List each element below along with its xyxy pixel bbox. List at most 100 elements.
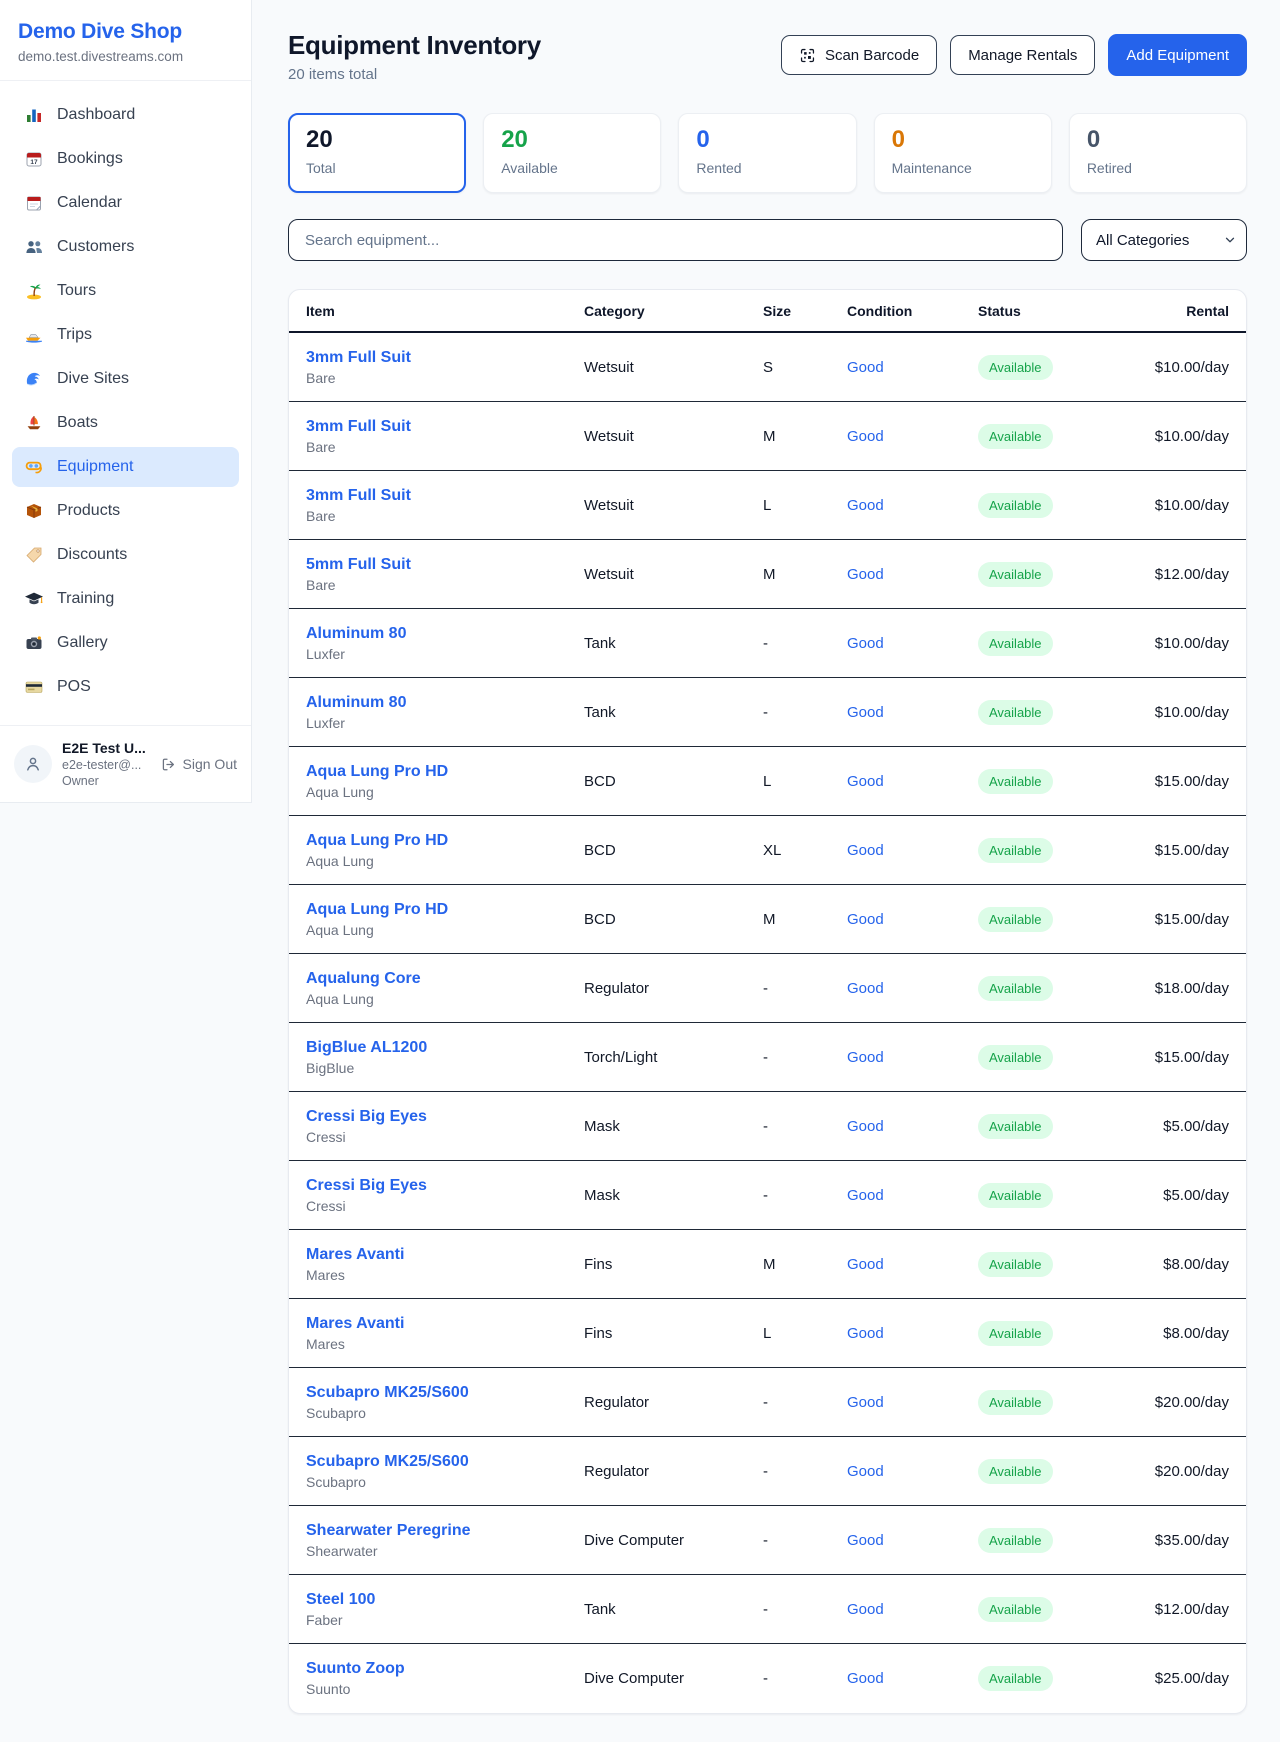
status-badge: Available <box>978 424 1053 449</box>
condition-link[interactable]: Good <box>847 1187 978 1204</box>
stat-card-total[interactable]: 20 Total <box>288 113 466 193</box>
table-row[interactable]: Steel 100 Faber Tank - Good Available $1… <box>289 1575 1246 1644</box>
add-equipment-button[interactable]: Add Equipment <box>1108 34 1247 76</box>
item-name-link[interactable]: Scubapro MK25/S600 <box>306 1384 584 1402</box>
item-name-link[interactable]: 3mm Full Suit <box>306 418 584 436</box>
table-row[interactable]: Suunto Zoop Suunto Dive Computer - Good … <box>289 1644 1246 1713</box>
item-name-link[interactable]: Aqua Lung Pro HD <box>306 901 584 919</box>
item-name-link[interactable]: Aluminum 80 <box>306 625 584 643</box>
size-cell: M <box>763 911 847 928</box>
condition-link[interactable]: Good <box>847 1670 978 1687</box>
table-row[interactable]: Aqua Lung Pro HD Aqua Lung BCD M Good Av… <box>289 885 1246 954</box>
condition-link[interactable]: Good <box>847 635 978 652</box>
table-row[interactable]: Scubapro MK25/S600 Scubapro Regulator - … <box>289 1368 1246 1437</box>
table-row[interactable]: 3mm Full Suit Bare Wetsuit M Good Availa… <box>289 402 1246 471</box>
table-row[interactable]: 5mm Full Suit Bare Wetsuit M Good Availa… <box>289 540 1246 609</box>
table-row[interactable]: 3mm Full Suit Bare Wetsuit L Good Availa… <box>289 471 1246 540</box>
item-name-link[interactable]: Shearwater Peregrine <box>306 1522 584 1540</box>
item-name-link[interactable]: BigBlue AL1200 <box>306 1039 584 1057</box>
sidebar-item-customers[interactable]: Customers <box>12 227 239 267</box>
table-row[interactable]: Shearwater Peregrine Shearwater Dive Com… <box>289 1506 1246 1575</box>
sidebar-item-bookings[interactable]: 17 Bookings <box>12 139 239 179</box>
condition-link[interactable]: Good <box>847 1256 978 1273</box>
sidebar-item-equipment[interactable]: Equipment <box>12 447 239 487</box>
condition-link[interactable]: Good <box>847 1394 978 1411</box>
item-name-link[interactable]: Scubapro MK25/S600 <box>306 1453 584 1471</box>
table-row[interactable]: Mares Avanti Mares Fins L Good Available… <box>289 1299 1246 1368</box>
size-cell: XL <box>763 842 847 859</box>
condition-link[interactable]: Good <box>847 1601 978 1618</box>
item-name-link[interactable]: 5mm Full Suit <box>306 556 584 574</box>
item-name-link[interactable]: 3mm Full Suit <box>306 349 584 367</box>
table-row[interactable]: Cressi Big Eyes Cressi Mask - Good Avail… <box>289 1161 1246 1230</box>
condition-link[interactable]: Good <box>847 497 978 514</box>
table-row[interactable]: 3mm Full Suit Bare Wetsuit S Good Availa… <box>289 333 1246 402</box>
item-name-link[interactable]: Steel 100 <box>306 1591 584 1609</box>
condition-link[interactable]: Good <box>847 566 978 583</box>
sidebar-item-dive-sites[interactable]: Dive Sites <box>12 359 239 399</box>
table-row[interactable]: Mares Avanti Mares Fins M Good Available… <box>289 1230 1246 1299</box>
condition-link[interactable]: Good <box>847 1325 978 1342</box>
sign-out-button[interactable]: Sign Out <box>160 756 237 773</box>
sidebar-item-discounts[interactable]: Discounts <box>12 535 239 575</box>
table-row[interactable]: Aqua Lung Pro HD Aqua Lung BCD XL Good A… <box>289 816 1246 885</box>
sidebar-item-label: Calendar <box>57 194 122 212</box>
scan-barcode-button[interactable]: Scan Barcode <box>781 35 937 75</box>
stat-card-maintenance[interactable]: 0 Maintenance <box>874 113 1052 193</box>
category-cell: Dive Computer <box>584 1532 763 1549</box>
item-name-link[interactable]: Aqua Lung Pro HD <box>306 832 584 850</box>
condition-link[interactable]: Good <box>847 1463 978 1480</box>
sidebar-item-pos[interactable]: POS <box>12 667 239 707</box>
user-section: E2E Test U... e2e-tester@... Owner Sign … <box>0 725 251 802</box>
table-row[interactable]: Scubapro MK25/S600 Scubapro Regulator - … <box>289 1437 1246 1506</box>
condition-link[interactable]: Good <box>847 1049 978 1066</box>
condition-link[interactable]: Good <box>847 842 978 859</box>
category-select[interactable]: All Categories <box>1081 219 1247 261</box>
item-name-link[interactable]: Mares Avanti <box>306 1246 584 1264</box>
speedboat-icon <box>24 325 44 345</box>
camera-icon <box>24 633 44 653</box>
sidebar-item-gallery[interactable]: Gallery <box>12 623 239 663</box>
item-brand: Luxfer <box>306 646 584 662</box>
sidebar-item-boats[interactable]: Boats <box>12 403 239 443</box>
condition-link[interactable]: Good <box>847 359 978 376</box>
item-name-link[interactable]: Cressi Big Eyes <box>306 1177 584 1195</box>
table-row[interactable]: BigBlue AL1200 BigBlue Torch/Light - Goo… <box>289 1023 1246 1092</box>
size-cell: - <box>763 1670 847 1687</box>
search-input[interactable] <box>288 219 1063 261</box>
table-row[interactable]: Aqualung Core Aqua Lung Regulator - Good… <box>289 954 1246 1023</box>
condition-link[interactable]: Good <box>847 1118 978 1135</box>
sidebar-item-products[interactable]: Products <box>12 491 239 531</box>
item-cell: Mares Avanti Mares <box>306 1315 584 1352</box>
sidebar-item-trips[interactable]: Trips <box>12 315 239 355</box>
stat-label: Maintenance <box>892 160 1034 176</box>
brand-name[interactable]: Demo Dive Shop <box>18 20 233 44</box>
stat-card-retired[interactable]: 0 Retired <box>1069 113 1247 193</box>
table-row[interactable]: Aluminum 80 Luxfer Tank - Good Available… <box>289 609 1246 678</box>
item-name-link[interactable]: 3mm Full Suit <box>306 487 584 505</box>
condition-link[interactable]: Good <box>847 911 978 928</box>
item-brand: Aqua Lung <box>306 784 584 800</box>
item-name-link[interactable]: Aqualung Core <box>306 970 584 988</box>
sidebar-item-training[interactable]: Training <box>12 579 239 619</box>
manage-rentals-button[interactable]: Manage Rentals <box>950 35 1095 75</box>
item-name-link[interactable]: Aluminum 80 <box>306 694 584 712</box>
stat-card-rented[interactable]: 0 Rented <box>678 113 856 193</box>
condition-link[interactable]: Good <box>847 773 978 790</box>
item-name-link[interactable]: Cressi Big Eyes <box>306 1108 584 1126</box>
item-name-link[interactable]: Suunto Zoop <box>306 1660 584 1678</box>
sidebar-item-tours[interactable]: Tours <box>12 271 239 311</box>
condition-link[interactable]: Good <box>847 980 978 997</box>
item-name-link[interactable]: Aqua Lung Pro HD <box>306 763 584 781</box>
sidebar-item-calendar[interactable]: Calendar <box>12 183 239 223</box>
item-name-link[interactable]: Mares Avanti <box>306 1315 584 1333</box>
condition-link[interactable]: Good <box>847 428 978 445</box>
table-row[interactable]: Cressi Big Eyes Cressi Mask - Good Avail… <box>289 1092 1246 1161</box>
condition-link[interactable]: Good <box>847 1532 978 1549</box>
condition-link[interactable]: Good <box>847 704 978 721</box>
sidebar-item-dashboard[interactable]: Dashboard <box>12 95 239 135</box>
rental-cell: $20.00/day <box>1138 1394 1229 1411</box>
stat-card-available[interactable]: 20 Available <box>483 113 661 193</box>
table-row[interactable]: Aqua Lung Pro HD Aqua Lung BCD L Good Av… <box>289 747 1246 816</box>
table-row[interactable]: Aluminum 80 Luxfer Tank - Good Available… <box>289 678 1246 747</box>
